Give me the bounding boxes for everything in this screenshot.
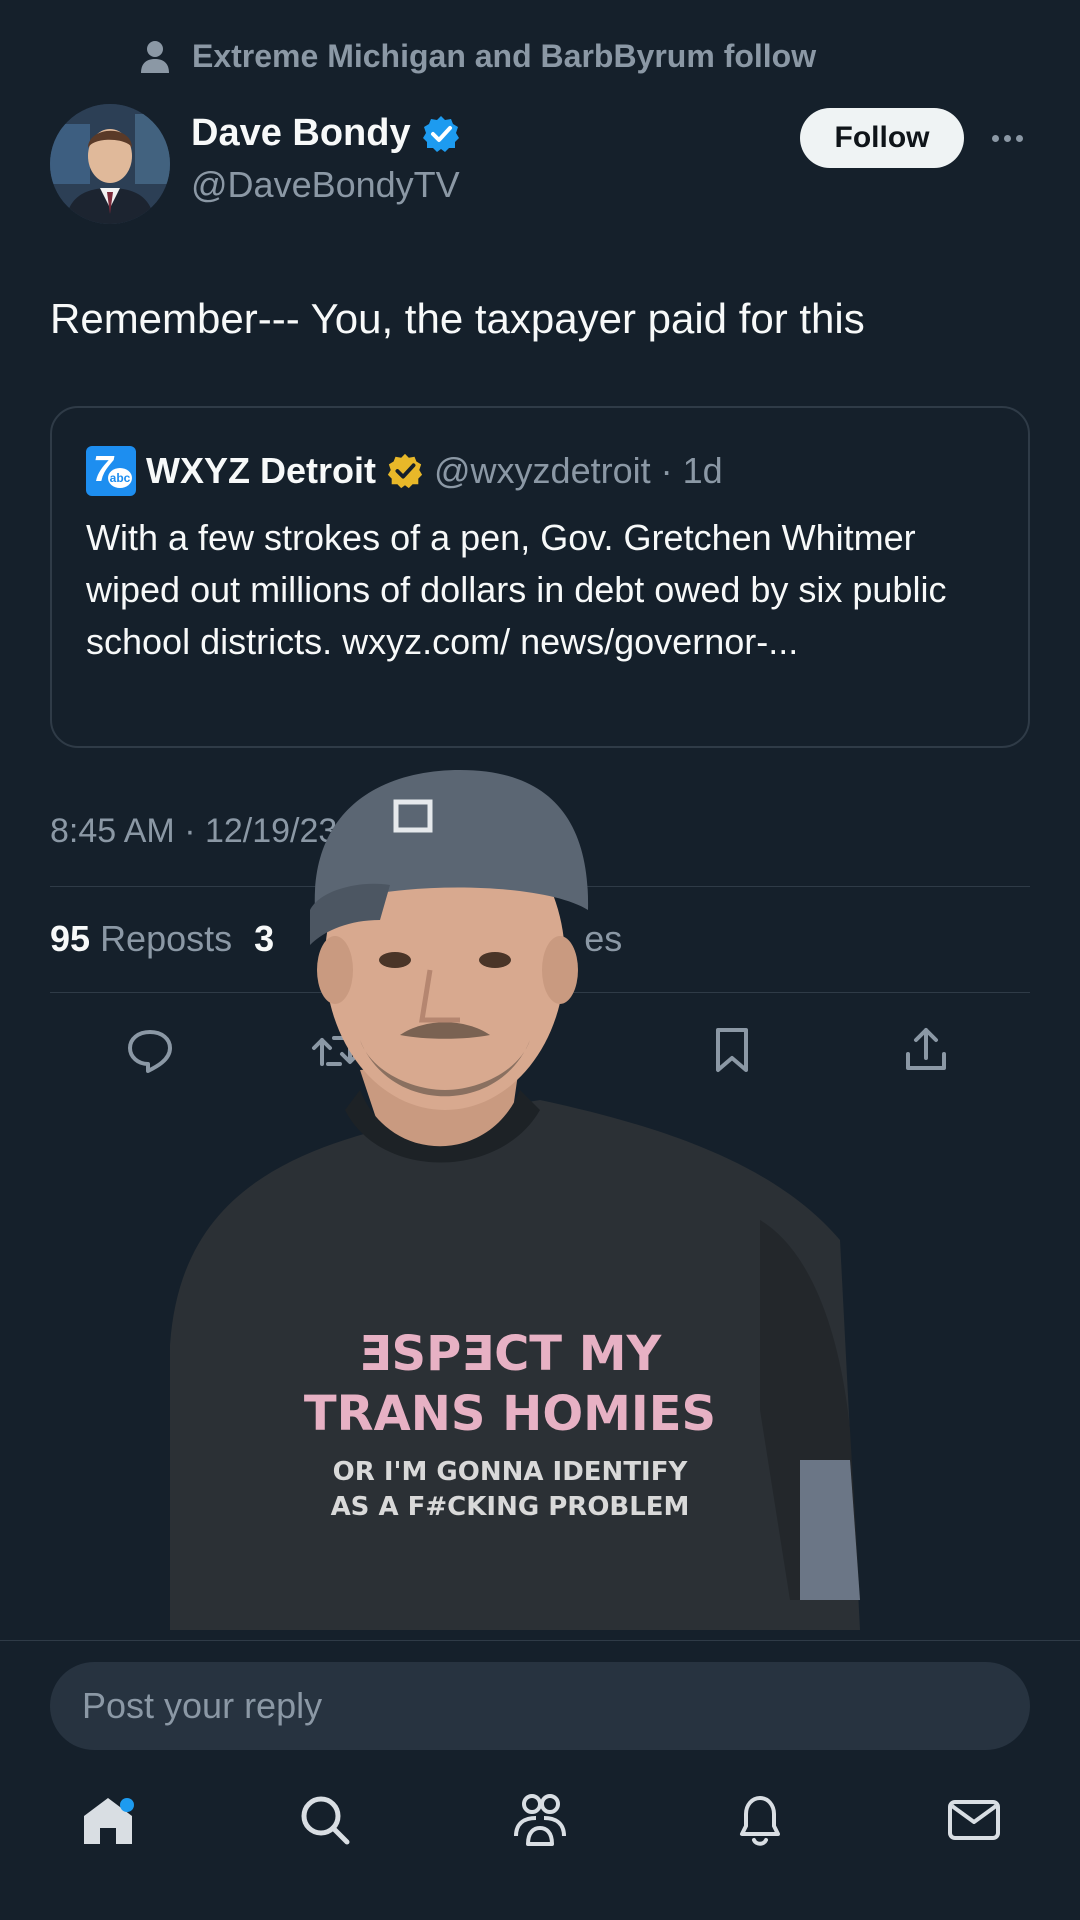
tweet-text: Remember--- You, the taxpayer paid for t… bbox=[50, 295, 865, 342]
reposts-count: 95 bbox=[50, 918, 91, 959]
communities-icon[interactable] bbox=[510, 1790, 570, 1850]
home-unread-dot bbox=[120, 1798, 134, 1812]
wxyz-logo-icon: 7 abc bbox=[86, 446, 136, 496]
share-icon[interactable] bbox=[900, 1024, 952, 1076]
verified-badge-icon bbox=[421, 114, 461, 154]
reply-input[interactable]: Post your reply bbox=[50, 1662, 1030, 1750]
author-name: Dave Bondy bbox=[191, 112, 411, 154]
svg-text:AS A F#CKING PROBLEM: AS A F#CKING PROBLEM bbox=[331, 1492, 690, 1522]
svg-text:OR I'M GONNA IDENTIFY: OR I'M GONNA IDENTIFY bbox=[333, 1457, 689, 1487]
composer-divider bbox=[0, 1640, 1080, 1641]
author-handle[interactable]: @DaveBondyTV bbox=[191, 164, 460, 206]
quoted-post[interactable]: 7 abc WXYZ Detroit @wxyzdetroit · 1d With… bbox=[50, 406, 1030, 748]
author-name-row[interactable]: Dave Bondy bbox=[191, 112, 461, 155]
quoted-separator: · bbox=[660, 450, 673, 491]
quoted-author-name: WXYZ Detroit bbox=[146, 450, 376, 491]
svg-text:TRANS HOMIES: TRANS HOMIES bbox=[304, 1386, 716, 1442]
gold-verified-badge-icon bbox=[386, 452, 424, 490]
avatar[interactable] bbox=[50, 104, 170, 224]
quoted-age: 1d bbox=[682, 450, 723, 491]
quoted-author-handle: @wxyzdetroit bbox=[434, 450, 651, 491]
bottom-nav bbox=[0, 1790, 1080, 1880]
more-options-icon[interactable] bbox=[984, 118, 1030, 158]
person-icon bbox=[141, 40, 169, 73]
quoted-post-header: 7 abc WXYZ Detroit @wxyzdetroit · 1d bbox=[86, 446, 723, 496]
follow-button[interactable]: Follow bbox=[800, 108, 964, 168]
quoted-post-text: With a few strokes of a pen, Gov. Gretch… bbox=[86, 517, 947, 662]
social-context[interactable]: Extreme Michigan and BarbByrum follow bbox=[140, 38, 816, 75]
search-icon[interactable] bbox=[295, 1790, 355, 1850]
notifications-icon[interactable] bbox=[730, 1790, 790, 1850]
messages-icon[interactable] bbox=[944, 1790, 1004, 1850]
svg-text:ƎSPƎCT MY: ƎSPƎCT MY bbox=[359, 1326, 663, 1382]
creator-video-overlay: ƎSPƎCT MY TRANS HOMIES OR I'M GONNA IDEN… bbox=[160, 770, 860, 1630]
social-context-text: Extreme Michigan and BarbByrum follow bbox=[192, 38, 817, 74]
